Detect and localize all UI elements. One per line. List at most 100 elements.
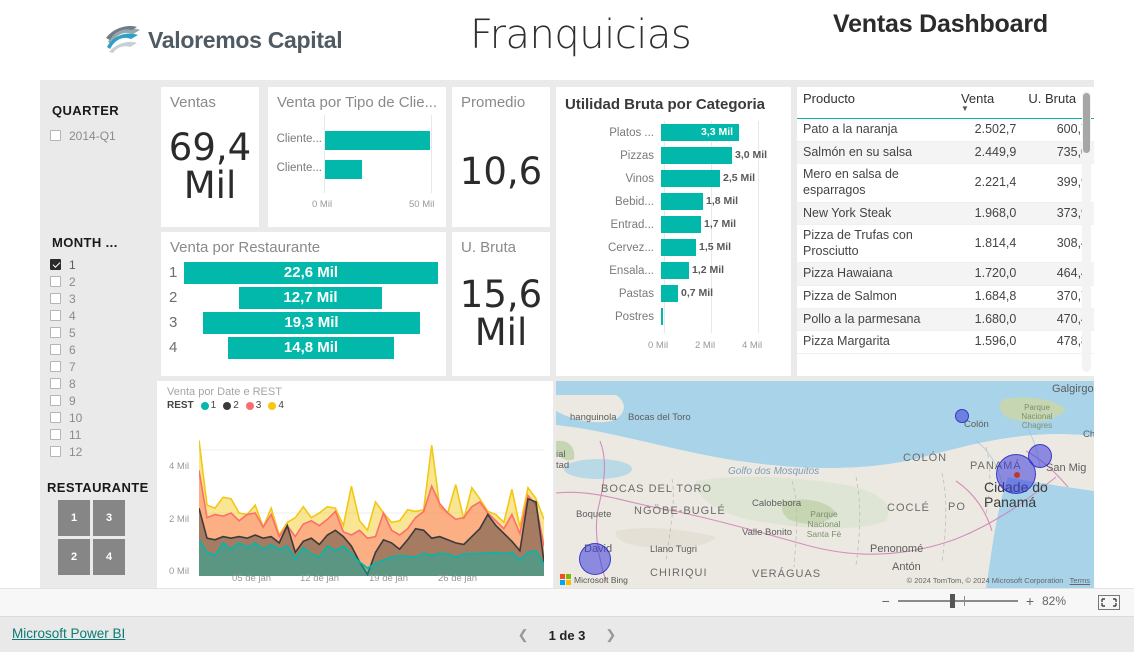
legend-item-1[interactable]: 1 — [200, 400, 216, 411]
checkbox-icon[interactable] — [50, 130, 61, 141]
zoom-slider-thumb[interactable] — [949, 594, 955, 608]
month-item-8[interactable]: 8 — [50, 375, 157, 392]
restaurante-bar-row[interactable]: 3 19,3 Mil — [161, 310, 446, 335]
checkbox-icon[interactable] — [50, 327, 61, 338]
restaurante-bar-value[interactable]: 12,7 Mil — [239, 286, 382, 309]
category-row[interactable]: Cervez... 1,5 Mil — [556, 236, 791, 259]
map-terms-link[interactable]: Terms — [1070, 576, 1090, 585]
map-bubble-colon[interactable] — [955, 409, 969, 423]
restaurante-bar-row[interactable]: 1 22,6 Mil — [161, 260, 446, 285]
table-row[interactable]: Pizza de Salmon 1.684,8 370,7 — [797, 285, 1094, 309]
month-item-1[interactable]: 1 — [50, 256, 157, 273]
table-row[interactable]: Pollo a la parmesana 1.680,0 470,4 — [797, 308, 1094, 332]
restaurante-tile-4[interactable]: 4 — [93, 539, 125, 575]
checkbox-icon[interactable] — [50, 361, 61, 372]
checkbox-icon[interactable] — [50, 310, 61, 321]
checkbox-icon[interactable] — [50, 395, 61, 406]
category-bar[interactable] — [661, 239, 696, 256]
checkbox-icon[interactable] — [50, 293, 61, 304]
category-bar[interactable] — [661, 285, 678, 302]
map-bubble-panama-city[interactable] — [996, 454, 1036, 494]
promedio-kpi-card[interactable]: Promedio 10,6 — [452, 87, 550, 227]
category-row[interactable]: Entrad... 1,7 Mil — [556, 213, 791, 236]
ventas-kpi-card[interactable]: Ventas 69,4 Mil — [161, 87, 259, 227]
category-row[interactable]: Postres — [556, 305, 791, 328]
map-bubble-david[interactable] — [579, 543, 611, 575]
next-page-button[interactable]: ❯ — [605, 627, 616, 643]
month-item-7[interactable]: 7 — [50, 358, 157, 375]
month-item-6[interactable]: 6 — [50, 341, 157, 358]
checkbox-icon[interactable] — [50, 378, 61, 389]
restaurante-tile-3[interactable]: 3 — [93, 500, 125, 536]
checkbox-icon[interactable] — [50, 412, 61, 423]
zoom-control[interactable]: − + 82% — [882, 593, 1072, 609]
category-row[interactable]: Platos ... 3,3 Mil — [556, 121, 791, 144]
column-header-venta[interactable]: Venta ▼ — [954, 87, 1023, 119]
category-bar[interactable] — [661, 147, 732, 164]
table-row[interactable]: Pizza de Trufas con Prosciutto 1.814,4 3… — [797, 224, 1094, 264]
category-bar[interactable] — [661, 216, 701, 233]
legend-item-4[interactable]: 4 — [268, 400, 284, 411]
category-bar[interactable] — [661, 308, 663, 325]
month-item-3[interactable]: 3 — [50, 290, 157, 307]
restaurante-tile-1[interactable]: 1 — [58, 500, 90, 536]
checkbox-checked-icon[interactable] — [50, 259, 61, 270]
fit-to-page-button[interactable] — [1098, 595, 1120, 610]
chart-legend[interactable]: REST 1 2 3 4 — [167, 400, 553, 411]
producto-table-visual[interactable]: Producto Venta ▼ U. Bruta Pato a la nara… — [797, 87, 1094, 376]
month-item-5[interactable]: 5 — [50, 324, 157, 341]
table-scrollbar-thumb[interactable] — [1083, 93, 1090, 153]
month-item-10[interactable]: 10 — [50, 409, 157, 426]
restaurante-bar-value[interactable]: 22,6 Mil — [184, 261, 438, 284]
zoom-out-button[interactable]: − — [882, 593, 890, 609]
month-item-11[interactable]: 11 — [50, 426, 157, 443]
month-slicer[interactable]: 1 2 3 4 5 6 7 8 9 10 11 12 — [40, 256, 157, 460]
legend-item-3[interactable]: 3 — [245, 400, 261, 411]
category-row[interactable]: Vinos 2,5 Mil — [556, 167, 791, 190]
month-item-2[interactable]: 2 — [50, 273, 157, 290]
quarter-slicer[interactable]: 2014-Q1 — [40, 127, 157, 144]
venta-por-date-e-rest-chart[interactable]: Venta por Date e REST REST 1 2 3 4 4 Mil… — [157, 381, 553, 588]
table-row[interactable]: Mero en salsa de esparragos 2.221,4 399,… — [797, 163, 1094, 203]
area-chart-plot[interactable] — [199, 431, 544, 576]
checkbox-icon[interactable] — [50, 446, 61, 457]
panama-sales-map[interactable]: hanguinola Bocas del Toro Galgirgon Coló… — [556, 381, 1094, 588]
ubruta-kpi-card[interactable]: U. Bruta 15,6 Mil — [452, 232, 550, 376]
zoom-slider[interactable] — [897, 594, 1018, 608]
producto-table[interactable]: Producto Venta ▼ U. Bruta Pato a la nara… — [797, 87, 1094, 354]
table-row[interactable]: Pizza Margarita 1.596,0 478,8 — [797, 330, 1094, 354]
restaurante-bar-row[interactable]: 4 14,8 Mil — [161, 335, 446, 360]
category-bar[interactable] — [661, 193, 703, 210]
restaurante-bar-value[interactable]: 14,8 Mil — [228, 336, 394, 359]
utilidad-bruta-por-categoria-chart[interactable]: Utilidad Bruta por Categoria Platos ... … — [556, 87, 791, 376]
table-scrollbar[interactable] — [1082, 91, 1091, 372]
column-header-producto[interactable]: Producto — [797, 87, 955, 119]
checkbox-icon[interactable] — [50, 429, 61, 440]
bar-cliente-2[interactable] — [325, 160, 362, 179]
quarter-item-2014-q1[interactable]: 2014-Q1 — [50, 127, 157, 144]
restaurante-tile-2[interactable]: 2 — [58, 539, 90, 575]
restaurante-bar-row[interactable]: 2 12,7 Mil — [161, 285, 446, 310]
category-row[interactable]: Ensala... 1,2 Mil — [556, 259, 791, 282]
bar-cliente-1[interactable] — [325, 131, 430, 150]
month-item-9[interactable]: 9 — [50, 392, 157, 409]
checkbox-icon[interactable] — [50, 276, 61, 287]
category-row[interactable]: Pizzas 3,0 Mil — [556, 144, 791, 167]
category-bar[interactable] — [661, 262, 689, 279]
month-item-4[interactable]: 4 — [50, 307, 157, 324]
table-row[interactable]: New York Steak 1.968,0 373,9 — [797, 202, 1094, 226]
category-row[interactable]: Pastas 0,7 Mil — [556, 282, 791, 305]
category-bar[interactable] — [661, 170, 720, 187]
venta-por-tipo-cliente-chart[interactable]: Venta por Tipo de Clie... Cliente... Cli… — [268, 87, 446, 227]
legend-item-2[interactable]: 2 — [223, 400, 239, 411]
restaurante-slicer[interactable]: 1 3 2 4 — [58, 500, 125, 575]
restaurante-bar-value[interactable]: 19,3 Mil — [203, 311, 420, 334]
checkbox-icon[interactable] — [50, 344, 61, 355]
table-row[interactable]: Salmón en su salsa 2.449,9 735,0 — [797, 141, 1094, 165]
table-row[interactable]: Pato a la naranja 2.502,7 600,7 — [797, 118, 1094, 142]
previous-page-button[interactable]: ❮ — [518, 627, 529, 643]
zoom-in-button[interactable]: + — [1026, 593, 1034, 609]
month-item-12[interactable]: 12 — [50, 443, 157, 460]
category-row[interactable]: Bebid... 1,8 Mil — [556, 190, 791, 213]
table-row[interactable]: Pizza Hawaiana 1.720,0 464,4 — [797, 262, 1094, 286]
